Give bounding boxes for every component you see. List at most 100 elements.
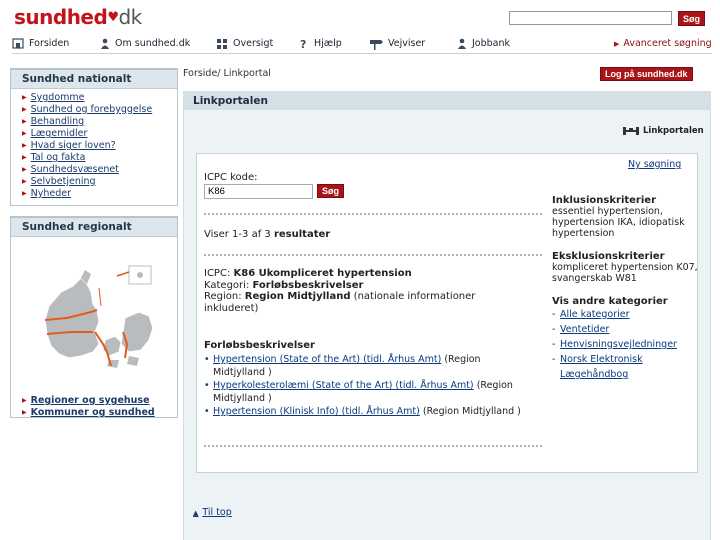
national-item[interactable]: ▶ Behandling — [22, 116, 177, 128]
list-item: Norsk Elektronisk Lægehåndbog — [552, 352, 702, 382]
linkportal-icon — [623, 127, 639, 135]
category-label: Kategori: — [204, 279, 250, 291]
triangle-right-icon: ▶ — [22, 142, 27, 149]
national-item[interactable]: ▶ Lægemidler — [22, 128, 177, 140]
divider — [204, 213, 542, 215]
page-title: Linkportalen — [183, 91, 711, 110]
advanced-search-label: Avanceret søgning — [623, 38, 712, 49]
nav-label: Jobbank — [472, 38, 511, 49]
logo-tld: dk — [118, 5, 142, 29]
national-item[interactable]: ▶ Sundhedsvæsenet — [22, 164, 177, 176]
home-icon — [12, 38, 24, 49]
nav-vejviser[interactable]: Vejviser — [369, 38, 457, 50]
icpc-code-input[interactable] — [204, 184, 313, 199]
help-icon: ? — [300, 38, 306, 50]
top-navigation: Forsiden Om sundhed.dk Oversigt ? Hjælp … — [12, 34, 712, 54]
advanced-search-link[interactable]: ▶ Avanceret søgning — [614, 38, 712, 49]
nav-jobbank[interactable]: Jobbank — [457, 38, 537, 50]
national-item-label: Behandling — [30, 116, 85, 127]
description-region: (Region Midtjylland ) — [422, 406, 521, 417]
regional-item-label: Kommuner og sundhed — [30, 407, 155, 418]
national-item-label: Lægemidler — [30, 128, 88, 139]
national-item-label: Tal og fakta — [30, 152, 86, 163]
category-link[interactable]: Norsk Elektronisk Lægehåndbog — [560, 354, 643, 380]
nav-hjaelp[interactable]: ? Hjælp — [299, 38, 369, 50]
nav-label: Oversigt — [233, 38, 274, 49]
national-item[interactable]: ▶ Sygdomme — [22, 92, 177, 104]
nav-label: Hjælp — [314, 38, 342, 49]
search-input[interactable] — [509, 11, 672, 25]
description-link[interactable]: Hyperkolesterolæmi (State of the Art) (t… — [213, 380, 474, 391]
inclusion-text: essentiel hypertension, hypertension IKA… — [552, 206, 685, 239]
triangle-right-icon: ▶ — [22, 409, 27, 416]
national-item-label: Selvbetjening — [30, 176, 96, 187]
nav-label: Forsiden — [29, 38, 70, 49]
triangle-right-icon: ▶ — [22, 94, 27, 101]
national-item[interactable]: ▶ Nyheder — [22, 188, 177, 200]
triangle-right-icon: ▶ — [22, 118, 27, 125]
category-link[interactable]: Ventetider — [560, 324, 609, 335]
signpost-icon — [370, 39, 383, 50]
nav-label: Vejviser — [388, 38, 426, 49]
results-count-suffix: resultater — [273, 229, 331, 240]
triangle-right-icon: ▶ — [22, 178, 27, 185]
login-button[interactable]: Log på sundhed.dk — [600, 67, 693, 81]
national-item[interactable]: ▶ Tal og fakta — [22, 152, 177, 164]
category-link[interactable]: Alle kategorier — [560, 309, 630, 320]
description-link[interactable]: Hypertension (Klinisk Info) (tidl. Århus… — [213, 406, 420, 417]
result-info: ICPC: K86 Ukompliceret hypertension Kate… — [204, 268, 504, 314]
regional-item-label: Regioner og sygehuse — [30, 395, 150, 406]
region-label: Region: — [204, 291, 242, 302]
nav-oversigt[interactable]: Oversigt — [216, 38, 299, 50]
icpc-line-value: K86 Ukompliceret hypertension — [233, 268, 412, 279]
regional-item[interactable]: ▶ Kommuner og sundhed — [22, 407, 155, 419]
triangle-right-icon: ▶ — [22, 106, 27, 113]
person-icon — [101, 38, 109, 49]
triangle-right-icon: ▶ — [22, 154, 27, 161]
icpc-search-button[interactable]: Søg — [317, 184, 344, 198]
triangle-right-icon: ▶ — [22, 190, 27, 197]
national-item[interactable]: ▶ Selvbetjening — [22, 176, 177, 188]
category-value: Forløbsbeskrivelser — [252, 279, 364, 291]
list-item: Henvisningsvejledninger — [552, 337, 702, 352]
site-logo[interactable]: sundhed♥dk — [14, 5, 142, 29]
exclusion-text: kompliceret hypertension K07, svangerska… — [552, 262, 698, 284]
list-item: Ventetider — [552, 322, 702, 337]
linkportal-badge: Linkportalen — [623, 126, 704, 136]
triangle-right-icon: ▶ — [22, 166, 27, 173]
national-item-label: Hvad siger loven? — [30, 140, 116, 151]
nav-om-sundhed[interactable]: Om sundhed.dk — [100, 38, 216, 50]
grid-icon — [217, 38, 227, 49]
nav-forsiden[interactable]: Forsiden — [12, 38, 100, 49]
icpc-line-label: ICPC: — [204, 268, 231, 279]
regional-box-title: Sundhed regionalt — [11, 218, 177, 237]
list-item: Alle kategorier — [552, 307, 702, 322]
search-button[interactable]: Søg — [678, 11, 705, 26]
to-top-link[interactable]: ▲ Til top — [193, 507, 232, 518]
section-title: Forløbsbeskrivelser — [204, 340, 315, 351]
region-value: Region Midtjylland — [244, 291, 351, 302]
national-box-title: Sundhed nationalt — [11, 70, 177, 89]
heart-icon: ♥ — [107, 10, 119, 25]
national-item[interactable]: ▶ Hvad siger loven? — [22, 140, 177, 152]
national-item-label: Sygdomme — [30, 92, 85, 103]
breadcrumb[interactable]: Forside/ Linkportal — [183, 68, 271, 79]
nav-label: Om sundhed.dk — [115, 38, 191, 49]
person-icon — [458, 38, 466, 49]
regional-menu: ▶ Regioner og sygehuse ▶ Kommuner og sundh… — [11, 392, 155, 423]
divider — [204, 254, 542, 256]
description-link[interactable]: Hypertension (State of the Art) (tidl. Å… — [213, 354, 441, 365]
new-search-link[interactable]: Ny søgning — [628, 159, 681, 170]
denmark-map[interactable] — [21, 248, 171, 388]
results-count: Viser 1-3 af 3 resultater — [204, 229, 330, 240]
national-item[interactable]: ▶ Sundhed og forebyggelse — [22, 104, 177, 116]
results-count-prefix: Viser 1-3 af 3 — [204, 229, 271, 240]
national-menu: ▶ Sygdomme ▶ Sundhed og forebyggelse ▶ Beha… — [11, 89, 177, 204]
list-item: Hypertension (Klinisk Info) (tidl. Århus… — [204, 406, 524, 419]
badge-label: Linkportalen — [643, 126, 704, 136]
national-box: Sundhed nationalt ▶ Sygdomme ▶ Sundhed og … — [10, 68, 178, 206]
category-link[interactable]: Henvisningsvejledninger — [560, 339, 677, 350]
description-list: Hypertension (State of the Art) (tidl. Å… — [204, 354, 524, 420]
regional-item[interactable]: ▶ Regioner og sygehuse — [22, 395, 155, 407]
national-item-label: Nyheder — [30, 188, 71, 199]
